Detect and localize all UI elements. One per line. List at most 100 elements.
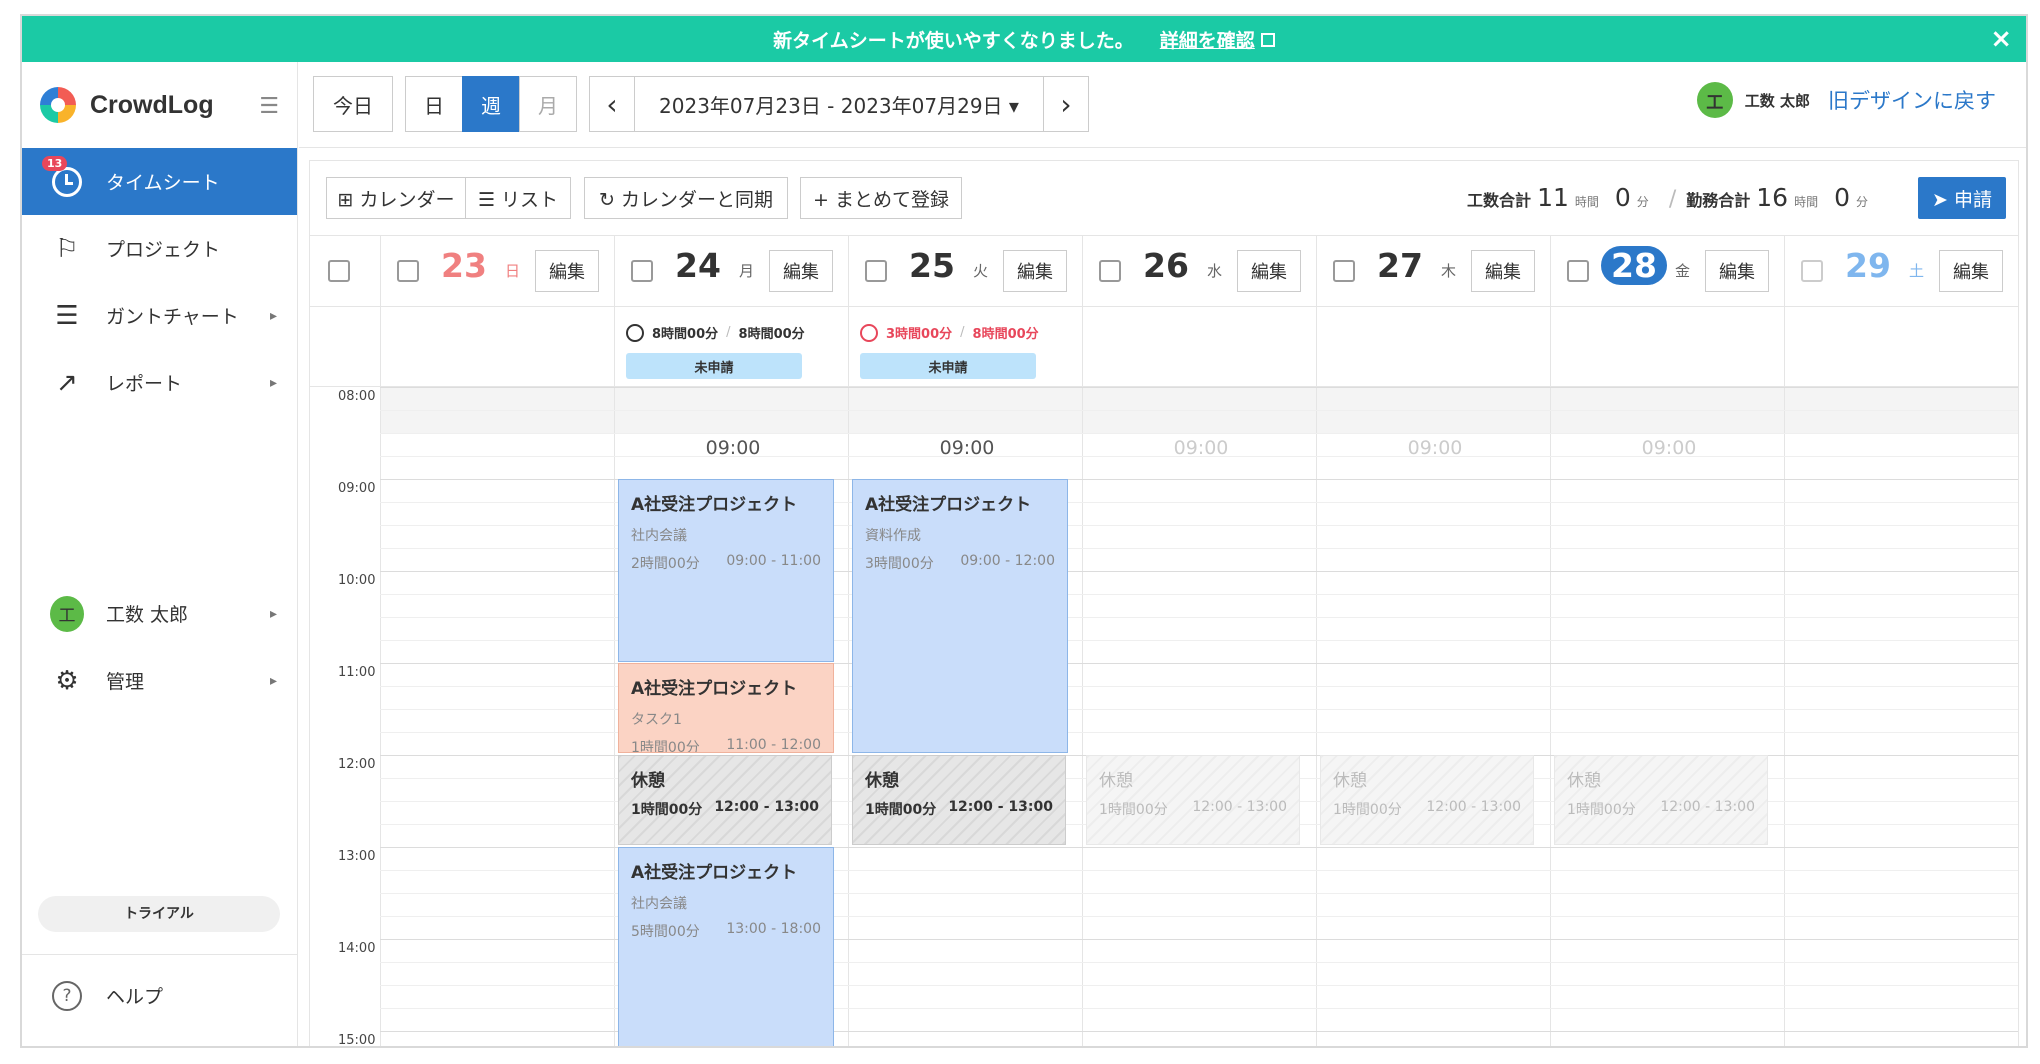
hour-label: 14:00 bbox=[338, 941, 376, 956]
edit-day-button[interactable]: 編集 bbox=[1705, 250, 1769, 292]
gear-icon: ⚙ bbox=[55, 665, 79, 696]
time-entry[interactable]: A社受注プロジェクト タスク1 1時間00分 11:00 - 12:00 bbox=[618, 663, 834, 753]
entry-project: A社受注プロジェクト bbox=[631, 495, 798, 515]
break-entry[interactable]: 休憩 1時間00分 12:00 - 13:00 bbox=[618, 755, 832, 845]
entry-range: 09:00 - 12:00 bbox=[960, 553, 1055, 569]
trend-icon: ↗ bbox=[56, 367, 78, 398]
break-duration: 1時間00分 bbox=[1099, 802, 1168, 818]
column-divider bbox=[848, 387, 849, 1046]
sidebar-item-gantt[interactable]: ☰ ガントチャート ▸ bbox=[22, 282, 297, 349]
hour-unit: 時間 bbox=[1794, 195, 1819, 209]
time-entry[interactable]: A社受注プロジェクト 社内会議 5時間00分 13:00 - 18:00 bbox=[618, 847, 834, 1046]
sidebar-item-label: ヘルプ bbox=[106, 986, 164, 1008]
day-checkbox[interactable] bbox=[1567, 260, 1589, 282]
duty-total-minutes: 0 bbox=[1834, 183, 1850, 212]
view-week-button[interactable]: 週 bbox=[462, 76, 520, 132]
status-badge: 未申請 bbox=[860, 353, 1036, 379]
weekday-label: 金 bbox=[1675, 262, 1691, 280]
sidebar-item-reports[interactable]: ↗ レポート ▸ bbox=[22, 349, 297, 416]
old-design-link[interactable]: 旧デザインに戻す bbox=[1828, 85, 1996, 115]
day-column-27: 27 木編集 bbox=[1316, 236, 1550, 306]
day-number: 23 bbox=[441, 246, 487, 285]
app-window: 新タイムシートが使いやすくなりました。 詳細を確認 × CrowdLog ☰ 1… bbox=[20, 14, 2028, 1048]
break-entry[interactable]: 休憩 1時間00分 12:00 - 13:00 bbox=[1086, 755, 1300, 845]
today-button[interactable]: 今日 bbox=[313, 76, 393, 132]
column-divider bbox=[1550, 387, 1551, 1046]
edit-day-button[interactable]: 編集 bbox=[769, 250, 833, 292]
time-grid[interactable]: 08:00 09:00 10:00 11:00 12:00 13:00 14:00 15:00… bbox=[310, 387, 2018, 1048]
work-start-time: 09:00 bbox=[705, 437, 761, 459]
external-link-icon[interactable] bbox=[1260, 33, 1275, 47]
calendar-view-button[interactable]: ⊞ カレンダー bbox=[326, 177, 466, 219]
work-time: 3時間00分 bbox=[886, 327, 953, 342]
day-checkbox[interactable] bbox=[397, 260, 419, 282]
hour-label: 15:00 bbox=[338, 1033, 376, 1048]
weekday-label: 日 bbox=[505, 262, 521, 280]
break-range: 12:00 - 13:00 bbox=[1426, 799, 1521, 815]
column-divider bbox=[848, 307, 849, 386]
day-checkbox[interactable] bbox=[1099, 260, 1121, 282]
column-divider bbox=[1082, 387, 1083, 1046]
hour-line bbox=[380, 387, 2018, 388]
select-all-checkbox[interactable] bbox=[328, 260, 350, 282]
sidebar-item-projects[interactable]: ⚐ プロジェクト bbox=[22, 215, 297, 282]
banner-details-link[interactable]: 詳細を確認 bbox=[1160, 26, 1255, 53]
entry-project: A社受注プロジェクト bbox=[631, 863, 798, 883]
work-start-time: 09:00 bbox=[939, 437, 995, 459]
duty-total-hours: 16 bbox=[1756, 183, 1789, 212]
entry-task: 社内会議 bbox=[631, 896, 687, 912]
view-day-button[interactable]: 日 bbox=[405, 76, 463, 132]
sidebar-item-help[interactable]: ? ヘルプ bbox=[22, 962, 297, 1029]
day-number: 27 bbox=[1377, 246, 1423, 285]
sidebar: CrowdLog ☰ 13 タイムシート ⚐ プロジェクト ☰ ガントチャート … bbox=[22, 62, 298, 1046]
day-checkbox[interactable] bbox=[1333, 260, 1355, 282]
submit-button[interactable]: ➤ 申請 bbox=[1918, 177, 2006, 219]
sidebar-item-label: タイムシート bbox=[106, 172, 220, 194]
sidebar-item-timesheet[interactable]: 13 タイムシート bbox=[22, 148, 297, 215]
hamburger-menu-icon[interactable]: ☰ bbox=[259, 94, 279, 119]
work-start-time: 09:00 bbox=[1407, 437, 1463, 459]
edit-day-button[interactable]: 編集 bbox=[535, 250, 599, 292]
date-range-picker[interactable]: 2023年07月23日 - 2023年07月29日 ▾ bbox=[634, 76, 1044, 132]
list-view-button[interactable]: ☰ リスト bbox=[465, 177, 571, 219]
minute-unit: 分 bbox=[1636, 195, 1649, 209]
hour-label: 13:00 bbox=[338, 849, 376, 864]
hour-label: 09:00 bbox=[338, 481, 376, 496]
prev-week-button[interactable]: ‹ bbox=[589, 76, 635, 132]
break-range: 12:00 - 13:00 bbox=[948, 799, 1053, 815]
quarter-line bbox=[380, 410, 2018, 411]
avatar[interactable]: 工 bbox=[1696, 82, 1733, 118]
user-name[interactable]: 工数 太郎 bbox=[1745, 90, 1810, 111]
status-badge: 未申請 bbox=[626, 353, 802, 379]
work-start-time: 09:00 bbox=[1641, 437, 1697, 459]
break-entry[interactable]: 休憩 1時間00分 12:00 - 13:00 bbox=[852, 755, 1066, 845]
break-entry[interactable]: 休憩 1時間00分 12:00 - 13:00 bbox=[1320, 755, 1534, 845]
edit-day-button[interactable]: 編集 bbox=[1003, 250, 1067, 292]
time-entry[interactable]: A社受注プロジェクト 資料作成 3時間00分 09:00 - 12:00 bbox=[852, 479, 1068, 753]
entry-duration: 5時間00分 bbox=[631, 924, 700, 940]
view-month-button[interactable]: 月 bbox=[519, 76, 577, 132]
work-total-hours: 11 bbox=[1537, 183, 1569, 212]
close-icon[interactable]: × bbox=[1990, 24, 2012, 54]
day-number: 26 bbox=[1143, 246, 1189, 285]
day-checkbox[interactable] bbox=[1801, 260, 1823, 282]
logo[interactable]: CrowdLog bbox=[22, 62, 297, 148]
next-week-button[interactable]: › bbox=[1043, 76, 1089, 132]
break-label: 休憩 bbox=[1099, 771, 1133, 791]
break-entry[interactable]: 休憩 1時間00分 12:00 - 13:00 bbox=[1554, 755, 1768, 845]
calendar-sync-button[interactable]: ↻ カレンダーと同期 bbox=[584, 177, 788, 219]
weekday-label: 木 bbox=[1441, 262, 1457, 280]
day-checkbox[interactable] bbox=[631, 260, 653, 282]
day-checkbox[interactable] bbox=[865, 260, 887, 282]
edit-day-button[interactable]: 編集 bbox=[1939, 250, 2003, 292]
time-entry[interactable]: A社受注プロジェクト 社内会議 2時間00分 09:00 - 11:00 bbox=[618, 479, 834, 662]
weekday-label: 月 bbox=[739, 262, 755, 280]
edit-day-button[interactable]: 編集 bbox=[1237, 250, 1301, 292]
sidebar-item-label: レポート bbox=[106, 373, 183, 395]
sidebar-item-user[interactable]: 工 工数 太郎 ▸ bbox=[22, 580, 297, 647]
bulk-register-button[interactable]: + まとめて登録 bbox=[800, 177, 962, 219]
sidebar-item-admin[interactable]: ⚙ 管理 ▸ bbox=[22, 647, 297, 714]
edit-day-button[interactable]: 編集 bbox=[1471, 250, 1535, 292]
trial-badge[interactable]: トライアル bbox=[38, 896, 280, 932]
day-number: 25 bbox=[909, 246, 955, 285]
